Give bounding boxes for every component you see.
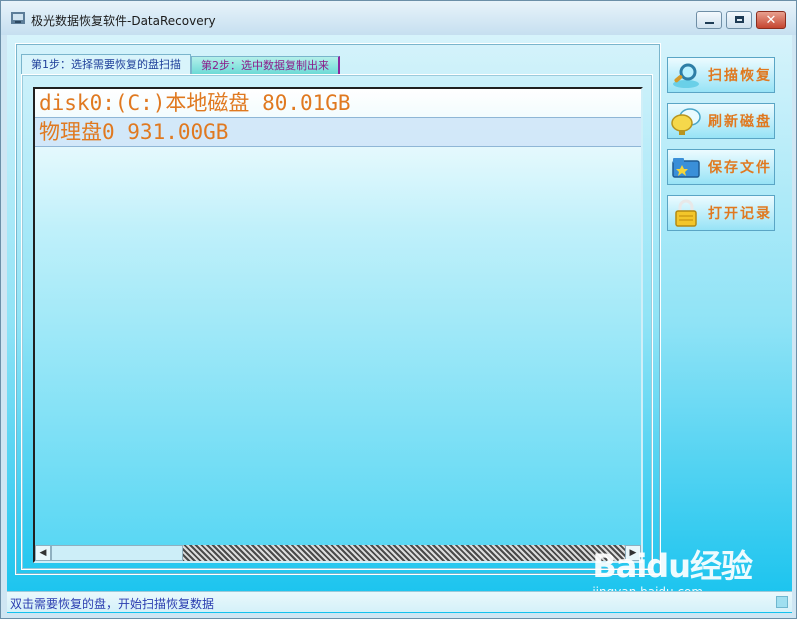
minimize-icon <box>705 22 714 24</box>
open-record-button[interactable]: 打开记录 <box>667 195 775 231</box>
disk-list[interactable]: disk0:(C:)本地磁盘 80.01GB 物理盘0 931.00GB ◀ ▶ <box>33 87 643 563</box>
close-button[interactable]: ✕ <box>756 11 786 29</box>
disk-list-item[interactable]: disk0:(C:)本地磁盘 80.01GB <box>35 89 641 117</box>
close-icon: ✕ <box>765 13 777 28</box>
scrollbar-thumb[interactable] <box>51 545 183 561</box>
tab-step2[interactable]: 第2步：选中数据复制出来 <box>191 56 340 74</box>
window-title: 极光数据恢复软件-DataRecovery <box>31 14 216 28</box>
maximize-icon <box>735 16 744 23</box>
client-area: 第1步：选择需要恢复的盘扫描 第2步：选中数据复制出来 disk0:(C:)本地… <box>7 35 792 613</box>
save-folder-icon <box>672 158 700 178</box>
step-tabs: 第1步：选择需要恢复的盘扫描 第2步：选中数据复制出来 <box>21 54 340 74</box>
maximize-button[interactable] <box>726 11 752 29</box>
app-icon <box>11 12 25 24</box>
refresh-disk-button[interactable]: 刷新磁盘 <box>667 103 775 139</box>
scroll-right-icon[interactable]: ▶ <box>625 545 641 561</box>
scroll-left-icon[interactable]: ◀ <box>35 545 51 561</box>
save-file-label: 保存文件 <box>708 160 772 176</box>
open-record-label: 打开记录 <box>708 206 772 222</box>
title-bar[interactable]: 极光数据恢复软件-DataRecovery ✕ <box>1 1 796 35</box>
save-file-button[interactable]: 保存文件 <box>667 149 775 185</box>
disk-list-item[interactable]: 物理盘0 931.00GB <box>35 117 641 147</box>
magnifier-icon <box>673 63 699 88</box>
scan-recover-button[interactable]: 扫描恢复 <box>667 57 775 93</box>
resize-grip-icon[interactable] <box>776 596 788 608</box>
refresh-disk-label: 刷新磁盘 <box>708 114 772 130</box>
status-text: 双击需要恢复的盘，开始扫描恢复数据 <box>10 597 215 611</box>
refresh-bubbles-icon <box>671 108 701 135</box>
status-bar: 双击需要恢复的盘，开始扫描恢复数据 <box>7 591 792 612</box>
minimize-button[interactable] <box>696 11 722 29</box>
tab-step1[interactable]: 第1步：选择需要恢复的盘扫描 <box>21 54 191 74</box>
scan-recover-label: 扫描恢复 <box>708 68 772 84</box>
lock-icon <box>675 199 697 227</box>
app-window: 极光数据恢复软件-DataRecovery ✕ 第1步：选择需要恢复的盘扫描 第… <box>0 0 797 619</box>
horizontal-scrollbar[interactable]: ◀ ▶ <box>35 545 641 561</box>
